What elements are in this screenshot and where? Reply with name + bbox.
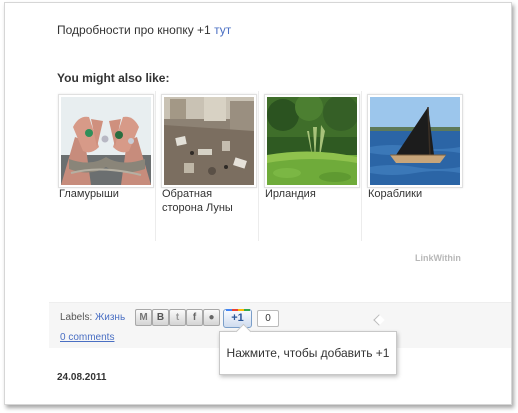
related-item-label[interactable]: Гламурыши — [59, 187, 153, 201]
plusone-count-tip — [373, 314, 385, 326]
post-date: 24.08.2011 — [57, 372, 107, 383]
related-item[interactable]: Кораблики — [364, 91, 464, 241]
email-icon[interactable]: M — [135, 309, 152, 326]
related-item[interactable]: Гламурыши — [55, 91, 155, 241]
labels-prefix: Labels: — [60, 312, 93, 323]
garden-image — [267, 97, 357, 185]
related-thumbnail[interactable] — [264, 94, 360, 188]
page-frame: Подробности про кнопку +1 тут You might … — [4, 2, 512, 405]
facebook-icon[interactable]: f — [186, 309, 203, 326]
plusone-details-text: Подробности про кнопку +1 тут — [57, 23, 231, 37]
related-item[interactable]: Ирландия — [261, 91, 361, 241]
plusone-tooltip: Нажмите, чтобы добавить +1 — [219, 323, 397, 375]
related-thumbnail[interactable] — [161, 94, 257, 188]
related-divider — [361, 91, 362, 241]
sailboat-image — [370, 97, 460, 185]
related-heading: You might also like: — [57, 71, 170, 85]
related-item[interactable]: Обратная сторона Луны — [158, 91, 258, 241]
related-thumbnail[interactable] — [367, 94, 463, 188]
messy-room-image — [164, 97, 254, 185]
related-posts: Гламурыши Обратная сторона Луны Ирландия… — [55, 91, 463, 241]
blogger-icon[interactable]: B — [152, 309, 169, 326]
label-link[interactable]: Жизнь — [95, 312, 125, 323]
related-divider — [155, 91, 156, 241]
hands-with-rings-image — [61, 97, 151, 185]
post-content: Подробности про кнопку +1 тут You might … — [49, 3, 511, 404]
related-item-label[interactable]: Ирландия — [265, 187, 359, 201]
related-thumbnail[interactable] — [58, 94, 154, 188]
twitter-icon[interactable]: t — [169, 309, 186, 326]
related-item-label[interactable]: Обратная сторона Луны — [162, 187, 256, 215]
comments-link[interactable]: 0 comments — [60, 332, 114, 343]
details-link[interactable]: тут — [214, 23, 231, 37]
related-divider — [258, 91, 259, 241]
plusone-color-bar — [226, 309, 250, 311]
related-item-label[interactable]: Кораблики — [368, 187, 462, 201]
linkwithin-brand[interactable]: LinkWithin — [415, 253, 461, 263]
post-labels: Labels: Жизнь — [60, 312, 125, 323]
plusone-count-value: 0 — [265, 313, 271, 324]
plusone-count: 0 — [257, 310, 385, 327]
details-text: Подробности про кнопку +1 — [57, 23, 211, 37]
tooltip-text: Нажмите, чтобы добавить +1 — [226, 346, 390, 360]
plusone-button[interactable]: +1 — [223, 309, 252, 328]
buzz-icon[interactable]: ● — [203, 309, 220, 326]
plusone-label: +1 — [231, 312, 244, 324]
